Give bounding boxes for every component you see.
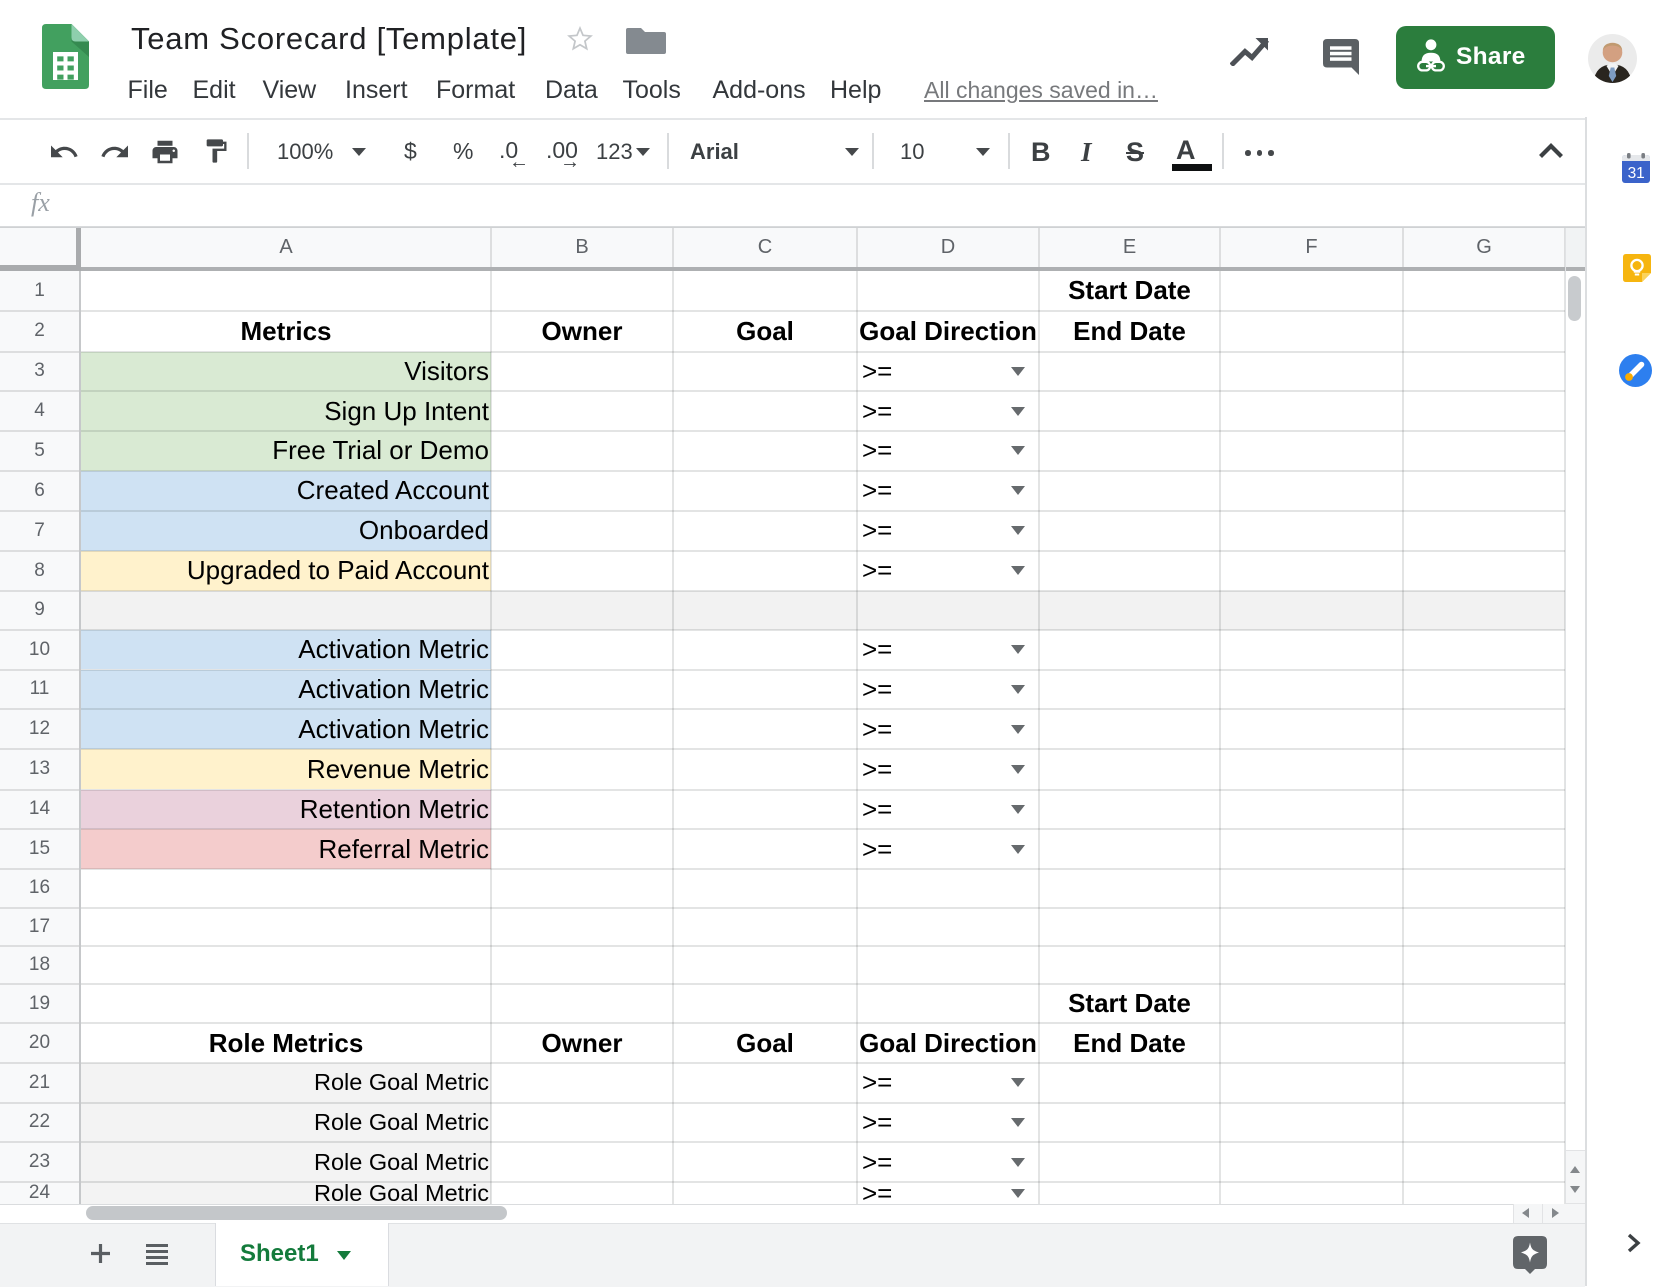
svg-text:31: 31 xyxy=(1628,165,1645,182)
